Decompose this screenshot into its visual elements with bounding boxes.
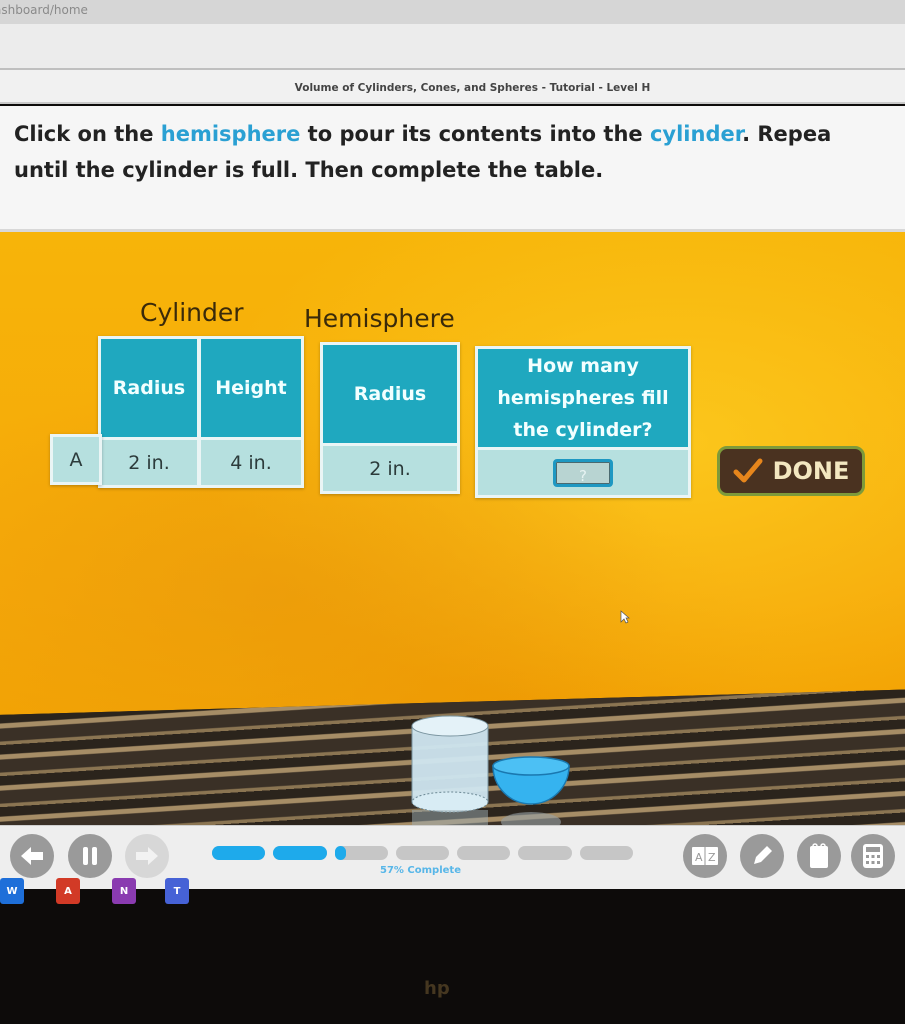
progress-fill xyxy=(273,846,327,860)
progress-segment xyxy=(518,846,572,860)
instructions-panel: Click on the hemisphere to pour its cont… xyxy=(0,106,905,232)
word-app-icon[interactable]: W xyxy=(0,878,24,904)
teams-app-icon[interactable]: T xyxy=(165,878,189,904)
hemisphere-keyword: hemisphere xyxy=(160,122,301,146)
arrow-right-icon xyxy=(136,847,158,865)
progress-segment xyxy=(457,846,511,860)
progress-fill xyxy=(334,846,347,860)
back-button[interactable] xyxy=(10,834,54,878)
arrow-left-icon xyxy=(21,847,43,865)
pencil-icon xyxy=(754,846,772,864)
instr-text: to pour its contents into the xyxy=(300,122,650,146)
checkmark-icon xyxy=(733,458,763,483)
notepad-icon xyxy=(810,843,828,868)
hemisphere-group-label: Hemisphere xyxy=(304,304,455,333)
cylinder-group-label: Cylinder xyxy=(140,298,244,327)
cyl-radius-value: 2 in. xyxy=(101,440,197,485)
pause-icon xyxy=(83,847,97,865)
glossary-az-icon: A Z xyxy=(692,847,718,865)
instr-text: . Repea xyxy=(742,122,832,146)
browser-toolbar xyxy=(0,24,905,70)
svg-text:A: A xyxy=(695,851,703,864)
instr-text: Click on the xyxy=(14,122,161,146)
onenote-app-icon[interactable]: N xyxy=(112,878,136,904)
url-text: ashboard/home xyxy=(0,3,88,17)
svg-text:Z: Z xyxy=(708,851,716,864)
row-label-cell: A xyxy=(50,434,102,485)
lesson-title: Volume of Cylinders, Cones, and Spheres … xyxy=(0,70,905,104)
acrobat-app-icon[interactable]: A xyxy=(56,878,80,904)
instructions-line-2: until the cylinder is full. Then complet… xyxy=(14,158,604,182)
instructions-line-1: Click on the hemisphere to pour its cont… xyxy=(14,116,905,152)
notepad-button[interactable] xyxy=(797,834,841,878)
done-label: DONE xyxy=(772,457,850,485)
row-label: A xyxy=(53,437,99,482)
calculator-button[interactable] xyxy=(851,834,895,878)
answer-cell: ? xyxy=(478,450,688,495)
progress-label: 57% Complete xyxy=(380,865,461,876)
glossary-button[interactable]: A Z xyxy=(683,834,727,878)
highlighter-button[interactable] xyxy=(740,834,784,878)
hemisphere-table: Radius 2 in. xyxy=(320,342,460,494)
progress-fill xyxy=(212,846,266,860)
mouse-cursor-icon xyxy=(620,610,630,624)
hemi-radius-value: 2 in. xyxy=(323,446,457,491)
activity-stage: Cylinder Hemisphere Radius Height 2 in. … xyxy=(0,232,905,832)
forward-button[interactable] xyxy=(125,834,169,878)
progress-segment xyxy=(579,846,633,860)
hemisphere-count-input[interactable]: ? xyxy=(553,458,613,487)
monitor-brand-logo: hp xyxy=(424,978,450,999)
pause-button[interactable] xyxy=(68,834,112,878)
cylinder-table: Radius Height 2 in. 4 in. xyxy=(98,336,304,488)
browser-url-bar[interactable]: ashboard/home xyxy=(0,0,905,24)
cyl-radius-header: Radius xyxy=(101,339,197,437)
hemi-radius-header: Radius xyxy=(323,345,457,443)
calculator-icon xyxy=(863,844,883,868)
done-button[interactable]: DONE xyxy=(717,446,865,496)
cyl-height-value: 4 in. xyxy=(201,440,301,485)
hemisphere-object[interactable] xyxy=(490,754,572,830)
cylinder-object[interactable] xyxy=(408,714,492,828)
cylinder-keyword: cylinder xyxy=(649,122,743,146)
answer-table: How many hemispheres fill the cylinder? … xyxy=(475,346,691,498)
how-many-header: How many hemispheres fill the cylinder? xyxy=(478,349,688,447)
cyl-height-header: Height xyxy=(201,339,301,437)
progress-segment xyxy=(395,846,450,860)
